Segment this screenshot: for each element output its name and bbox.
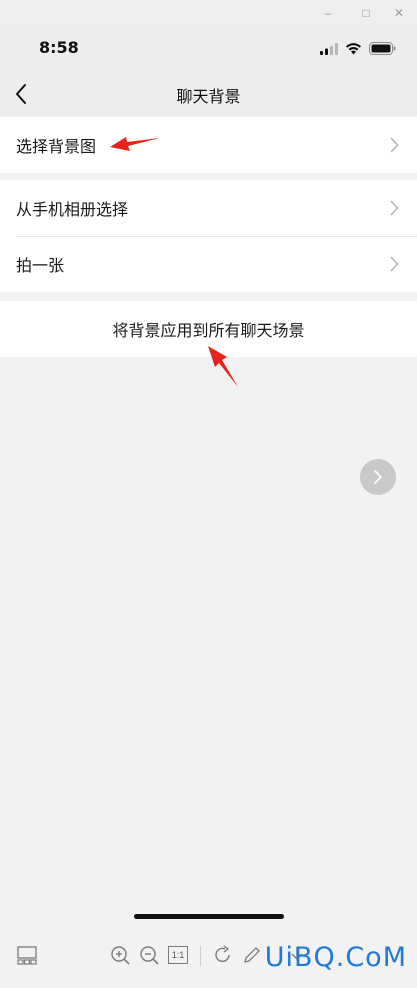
- window-title-bar: – □ ✕: [0, 0, 417, 26]
- edit-pen-icon[interactable]: [241, 944, 263, 966]
- zoom-out-icon[interactable]: [138, 944, 160, 966]
- home-indicator: [134, 914, 284, 919]
- photo-source-group: 从手机相册选择 拍一张: [0, 180, 417, 292]
- image-viewer-toolbar: 1:1 UiBQ.CoM: [0, 930, 417, 988]
- chevron-right-icon: [374, 470, 382, 484]
- status-time: 8:58: [39, 38, 79, 57]
- annotation-arrow-icon: [208, 346, 238, 387]
- chevron-right-icon: [390, 256, 399, 272]
- choose-from-album-cell[interactable]: 从手机相册选择: [0, 180, 417, 236]
- choose-from-album-label: 从手机相册选择: [16, 200, 129, 219]
- close-button[interactable]: ✕: [391, 5, 407, 21]
- chevron-right-icon: [390, 137, 399, 153]
- choose-background-group: 选择背景图: [0, 117, 417, 173]
- minimize-button[interactable]: –: [320, 5, 336, 21]
- battery-icon: [369, 42, 396, 55]
- status-bar: 8:58: [0, 26, 417, 72]
- navigation-bar: 聊天背景: [0, 72, 417, 116]
- annotation-arrow-icon: [110, 137, 160, 151]
- choose-background-label: 选择背景图: [16, 137, 97, 156]
- next-image-button[interactable]: [360, 459, 396, 495]
- chevron-right-icon: [390, 200, 399, 216]
- thumbnail-view-icon[interactable]: [16, 944, 38, 966]
- cellular-signal-icon: [320, 43, 338, 55]
- wifi-icon: [346, 43, 361, 55]
- take-photo-cell[interactable]: 拍一张: [0, 236, 417, 292]
- site-watermark: UiBQ.CoM: [264, 942, 407, 973]
- choose-background-cell[interactable]: 选择背景图: [0, 117, 417, 173]
- actual-size-button[interactable]: 1:1: [168, 946, 188, 964]
- zoom-in-icon[interactable]: [109, 944, 131, 966]
- take-photo-label: 拍一张: [16, 256, 65, 275]
- page-title: 聊天背景: [176, 87, 241, 106]
- apply-to-all-chats-label: 将背景应用到所有聊天场景: [112, 321, 305, 340]
- maximize-button[interactable]: □: [358, 5, 374, 21]
- rotate-icon[interactable]: [212, 944, 234, 966]
- toolbar-divider: [200, 946, 201, 966]
